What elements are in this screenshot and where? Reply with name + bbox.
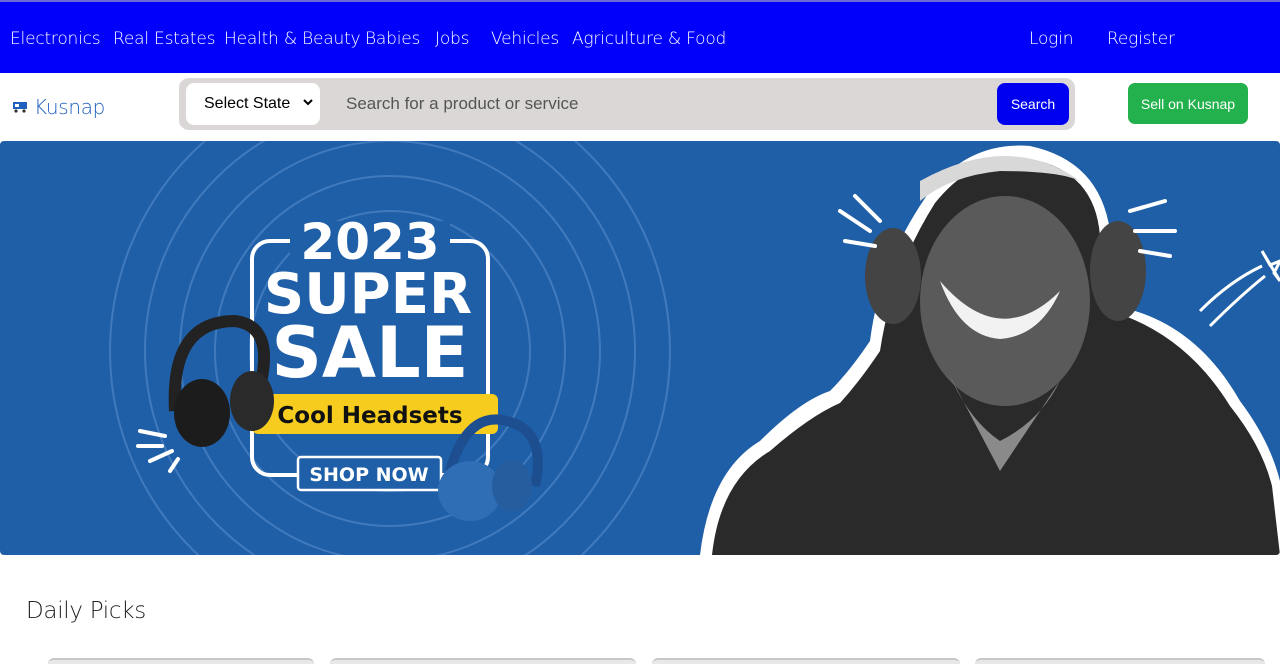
shooting-star-icon (1198, 250, 1280, 328)
nav-health-beauty[interactable]: Health & Beauty (224, 29, 361, 49)
sell-on-kusnap-button[interactable]: Sell on Kusnap (1128, 83, 1248, 124)
nav-agriculture-food[interactable]: Agriculture & Food (572, 29, 726, 49)
nav-real-estates[interactable]: Real Estates (113, 29, 216, 49)
spark-left-decoration (136, 429, 180, 473)
nav-babies[interactable]: Babies (365, 29, 420, 49)
search-button[interactable]: Search (997, 83, 1069, 125)
register-link[interactable]: Register (1107, 29, 1175, 49)
site-header: Kusnap Select State Search for a product… (0, 73, 1280, 141)
top-navigation: Electronics Real Estates Health & Beauty… (0, 0, 1280, 73)
nav-vehicles[interactable]: Vehicles (491, 29, 559, 49)
black-headset-icon (168, 314, 274, 447)
search-bar: Select State Search for a product or ser… (179, 78, 1075, 130)
state-select-value: Select State (204, 95, 291, 112)
nav-electronics[interactable]: Electronics (10, 29, 101, 49)
state-select[interactable]: Select State (186, 83, 320, 125)
logo[interactable]: Kusnap (12, 95, 105, 119)
banner-artwork: 2023 SUPER SALE Cool Headsets SHOP NOW (109, 141, 1280, 555)
banner-line2: SALE (271, 312, 468, 394)
search-input[interactable]: Search for a product or service (346, 94, 578, 114)
product-card[interactable] (330, 658, 636, 664)
daily-picks-title: Daily Picks (26, 598, 146, 624)
promo-banner[interactable]: 2023 SUPER SALE Cool Headsets SHOP NOW (0, 141, 1280, 555)
logo-text: Kusnap (34, 95, 106, 119)
product-card[interactable] (652, 658, 960, 664)
shop-now-label: SHOP NOW (309, 464, 428, 486)
chevron-down-icon (303, 99, 313, 106)
nav-jobs[interactable]: Jobs (435, 29, 469, 49)
product-card[interactable] (48, 658, 314, 664)
person-photo (700, 145, 1280, 555)
shop-cart-icon (13, 102, 27, 113)
product-card[interactable] (975, 658, 1265, 664)
banner-tag: Cool Headsets (277, 403, 462, 429)
login-link[interactable]: Login (1029, 29, 1073, 49)
